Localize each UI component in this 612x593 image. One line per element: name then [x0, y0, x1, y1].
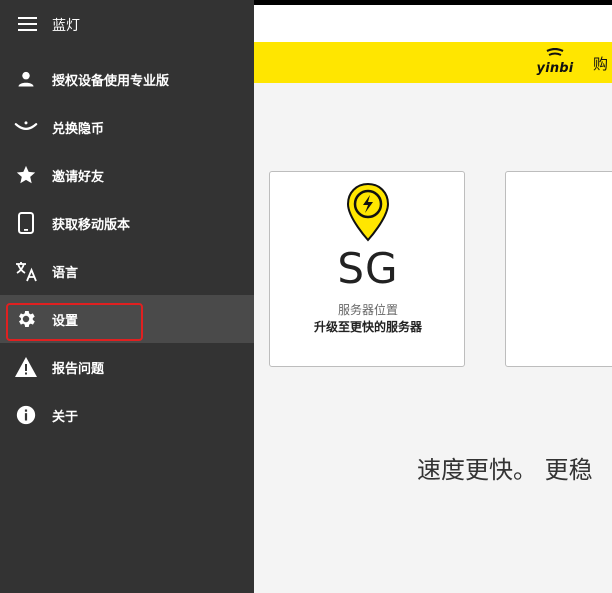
menu-item-label: 语言 [52, 266, 79, 281]
menu-item-label: 报告问题 [52, 362, 105, 377]
server-location-card[interactable]: SG 服务器位置 升级至更快的服务器 [269, 171, 465, 367]
yinbi-logo: yinbi [536, 48, 574, 78]
menu-item-language[interactable]: 语言 [0, 247, 254, 295]
drawer-title: 蓝灯 [52, 18, 80, 34]
menu-item-invite-friends[interactable]: 邀请好友 [0, 151, 254, 199]
drawer-menu: 授权设备使用专业版 兑换隐币 邀请好友 获取移动版本 语言 设置 报告问题 关于 [0, 55, 254, 439]
yinbi-wordmark: yinbi [536, 61, 574, 76]
menu-item-label: 授权设备使用专业版 [52, 74, 170, 89]
menu-item-label: 邀请好友 [52, 170, 105, 185]
menu-item-redeem-yinbi[interactable]: 兑换隐币 [0, 103, 254, 151]
person-icon [14, 67, 38, 91]
star-icon [14, 163, 38, 187]
menu-item-report-issue[interactable]: 报告问题 [0, 343, 254, 391]
location-pin-icon [346, 182, 390, 242]
settings-highlight-annotation [6, 303, 143, 341]
yinbi-logo-icon [546, 48, 564, 56]
translate-icon [14, 259, 38, 283]
server-location-label: 服务器位置 [337, 303, 398, 317]
slogan-text: 速度更快。 更稳 [417, 456, 593, 484]
buy-link[interactable]: 购 [593, 53, 608, 74]
menu-item-about[interactable]: 关于 [0, 391, 254, 439]
warning-icon [14, 355, 38, 379]
drawer-header: 蓝灯 [0, 0, 254, 48]
menu-item-label: 获取移动版本 [52, 218, 131, 233]
smile-icon [14, 115, 38, 139]
server-code: SG [337, 244, 399, 293]
phone-icon [14, 211, 38, 235]
menu-item-label: 关于 [52, 410, 79, 425]
info-icon [14, 403, 38, 427]
menu-item-label: 兑换隐币 [52, 122, 105, 137]
menu-item-pro-authorize[interactable]: 授权设备使用专业版 [0, 55, 254, 103]
navigation-drawer: 蓝灯 授权设备使用专业版 兑换隐币 邀请好友 获取移动版本 语言 设置 报告问题… [0, 0, 254, 593]
menu-icon[interactable] [18, 17, 37, 31]
status-card[interactable] [505, 171, 612, 367]
menu-item-mobile-version[interactable]: 获取移动版本 [0, 199, 254, 247]
upgrade-server-link[interactable]: 升级至更快的服务器 [270, 318, 466, 335]
